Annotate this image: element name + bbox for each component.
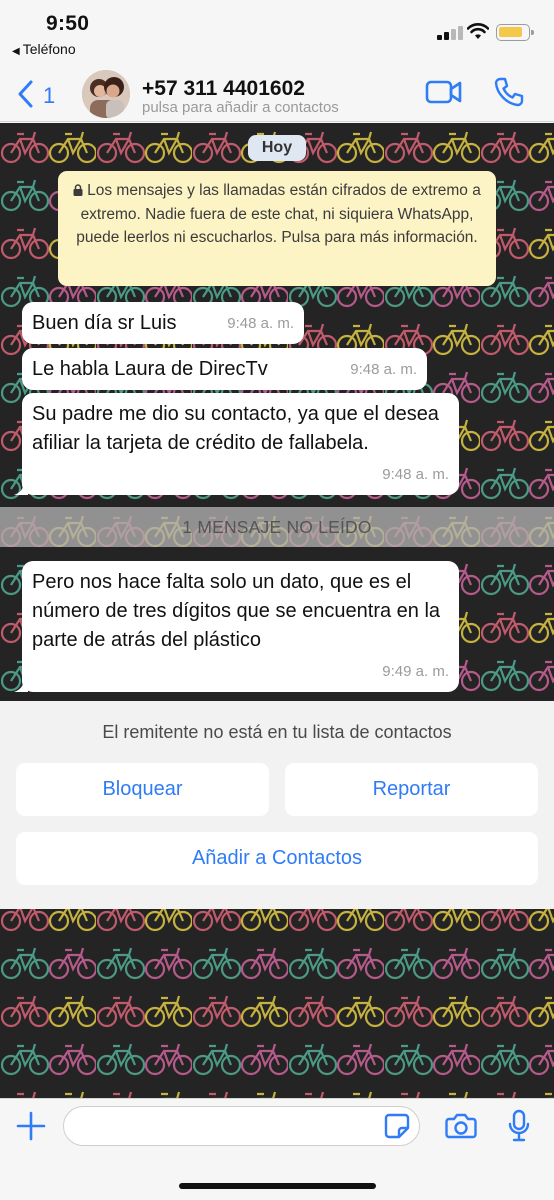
message-time: 9:49 a. m. — [382, 663, 449, 680]
cellular-signal-icon — [437, 26, 463, 40]
plus-icon[interactable] — [16, 1111, 46, 1141]
phone-call-icon[interactable] — [493, 76, 525, 108]
message-text: Buen día sr Luis — [32, 312, 177, 334]
sticker-icon[interactable] — [384, 1113, 410, 1139]
message-time: 9:48 a. m. — [350, 361, 417, 378]
date-label: Hoy — [248, 135, 306, 161]
status-bar: 9:50 ◀ Teléfono — [0, 0, 554, 62]
contact-name[interactable]: +57 311 4401602 — [142, 77, 305, 101]
back-button[interactable]: 1 — [14, 78, 64, 108]
message-bubble[interactable]: Su padre me dio su contacto, ya que el d… — [14, 393, 459, 495]
unread-divider: 1 MENSAJE NO LEÍDO — [0, 507, 554, 547]
unknown-sender-notice: El remitente no está en tu lista de cont… — [102, 722, 452, 742]
message-time: 9:48 a. m. — [227, 315, 294, 332]
message-text: Le habla Laura de DirecTv — [32, 358, 268, 380]
status-time: 9:50 — [46, 12, 90, 35]
message-input[interactable] — [63, 1106, 420, 1146]
battery-icon — [496, 24, 534, 41]
message-bubble[interactable]: Buen día sr Luis 9:48 a. m. — [22, 302, 304, 344]
report-button[interactable]: Reportar — [285, 763, 538, 816]
contact-subtitle[interactable]: pulsa para añadir a contactos — [142, 99, 339, 116]
microphone-icon[interactable] — [507, 1109, 531, 1143]
message-time: 9:48 a. m. — [382, 466, 449, 483]
message-bubble[interactable]: Pero nos hace falta solo un dato, que es… — [14, 561, 459, 692]
lock-icon — [73, 184, 83, 196]
chat-header: 1 +57 311 4401602 pulsa para añadir a co… — [0, 62, 554, 122]
bubble-tail — [14, 678, 28, 692]
message-text: Pero nos hace falta solo un dato, que es… — [32, 571, 441, 651]
message-bubble[interactable]: Le habla Laura de DirecTv 9:48 a. m. — [22, 348, 427, 390]
return-to-app-link[interactable]: ◀ Teléfono — [12, 41, 76, 57]
avatar[interactable] — [82, 70, 130, 118]
camera-icon[interactable] — [445, 1113, 477, 1139]
unread-chats-count: 1 — [43, 83, 56, 108]
add-to-contacts-button[interactable]: Añadir a Contactos — [16, 832, 538, 885]
home-indicator[interactable] — [179, 1183, 376, 1189]
video-call-icon[interactable] — [425, 78, 463, 106]
chevron-left-icon — [18, 80, 33, 108]
unknown-sender-panel: El remitente no está en tu lista de cont… — [0, 701, 554, 909]
chat-area[interactable]: Hoy Los mensajes y las llamadas están ci… — [0, 123, 554, 1098]
encryption-notice-text: Los mensajes y las llamadas están cifrad… — [76, 182, 481, 246]
avatar-photo — [82, 70, 130, 118]
wifi-icon — [467, 23, 489, 39]
message-text: Su padre me dio su contacto, ya que el d… — [32, 403, 439, 454]
back-triangle-icon: ◀ — [12, 46, 20, 57]
return-app-label: Teléfono — [22, 41, 76, 57]
encryption-notice[interactable]: Los mensajes y las llamadas están cifrad… — [58, 171, 496, 286]
block-button[interactable]: Bloquear — [16, 763, 269, 816]
bubble-tail — [14, 481, 28, 495]
message-input-bar — [0, 1098, 554, 1200]
